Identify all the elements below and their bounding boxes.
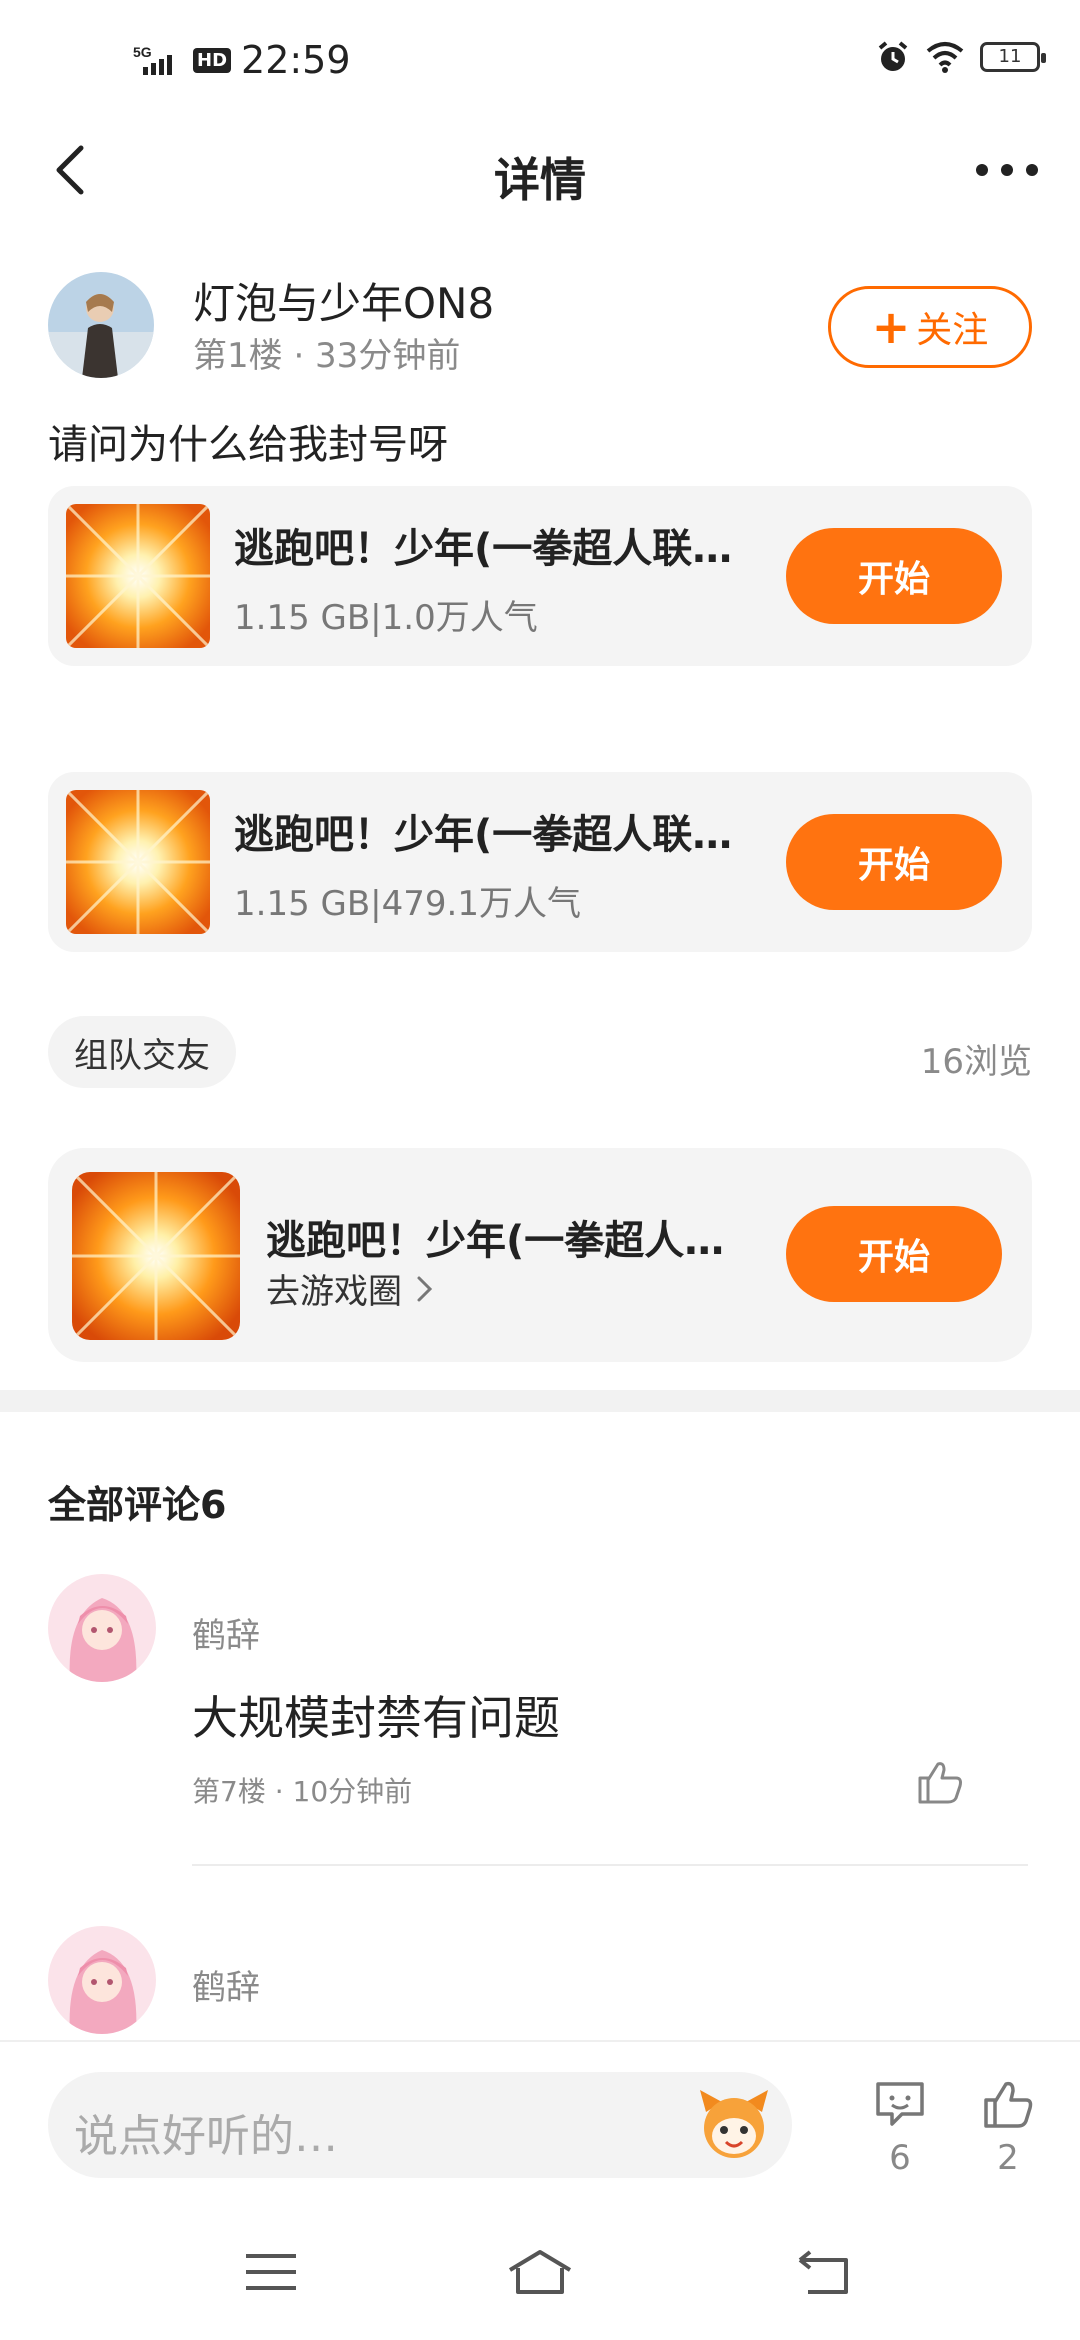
signal-icon: 5G <box>133 44 172 75</box>
commenter-name[interactable]: 鹤辞 <box>192 1960 260 2009</box>
game-icon <box>72 1172 240 1340</box>
section-divider <box>0 1390 1080 1412</box>
topic-tag[interactable]: 组队交友 <box>48 1016 236 1088</box>
page-title: 详情 <box>494 153 586 207</box>
status-right: 11 <box>876 40 1046 74</box>
game-circle-card[interactable]: 逃跑吧！少年(一拳超人… 去游戏圈 开始 <box>48 1148 1032 1362</box>
start-button[interactable]: 开始 <box>786 1206 1002 1302</box>
thumbs-up-icon <box>984 2081 1033 2128</box>
game-meta: 1.15 GB|479.1万人气 <box>234 884 581 924</box>
author-avatar[interactable] <box>48 272 154 378</box>
comment-bar: 说点好听的… 6 2 <box>0 2040 1080 2180</box>
follow-label: 关注 <box>916 310 989 351</box>
like-count: 2 <box>997 2138 1019 2178</box>
like-action[interactable]: 2 <box>968 2078 1048 2178</box>
comment-input[interactable]: 说点好听的… <box>48 2072 792 2178</box>
start-button[interactable]: 开始 <box>786 528 1002 624</box>
status-time: 22:59 <box>241 38 351 82</box>
mascot-emoji-icon[interactable] <box>692 2082 776 2166</box>
wifi-icon <box>926 42 964 73</box>
comment-count: 6 <box>889 2138 911 2178</box>
go-to-circle-link[interactable]: 去游戏圈 <box>266 1264 434 1313</box>
back-nav-icon[interactable] <box>796 2250 852 2296</box>
menu-icon[interactable] <box>244 2252 298 2292</box>
commenter-avatar[interactable] <box>48 1574 156 1682</box>
game-title: 逃跑吧！少年(一拳超人联… <box>234 812 733 858</box>
circle-link-label: 去游戏圈 <box>266 1272 402 1312</box>
comment-action[interactable]: 6 <box>860 2078 940 2178</box>
game-meta: 1.15 GB|1.0万人气 <box>234 598 538 638</box>
thumbs-up-icon[interactable] <box>914 1756 966 1808</box>
game-title: 逃跑吧！少年(一拳超人联… <box>234 526 733 572</box>
chevron-right-icon <box>417 1276 433 1301</box>
commenter-name[interactable]: 鹤辞 <box>192 1608 260 1657</box>
hd-badge: HD <box>193 47 232 73</box>
comment-meta: 第7楼 · 10分钟前 <box>192 1775 413 1808</box>
circle-title: 逃跑吧！少年(一拳超人… <box>266 1218 725 1264</box>
status-left: 5G HD 22:59 <box>133 38 351 82</box>
status-bar: 5G HD 22:59 11 <box>0 0 1080 120</box>
start-button[interactable]: 开始 <box>786 814 1002 910</box>
plus-icon: + <box>871 300 911 354</box>
alarm-icon <box>878 41 908 71</box>
top-nav: 详情 <box>0 120 1080 220</box>
game-icon <box>66 504 210 648</box>
comments-title: 全部评论6 <box>48 1483 227 1527</box>
battery-icon: 11 <box>980 42 1046 72</box>
comment-placeholder: 说点好听的… <box>74 2111 338 2162</box>
comment-divider <box>192 1864 1028 1866</box>
svg-text:5G: 5G <box>133 44 152 60</box>
comment-icon <box>876 2082 924 2126</box>
game-icon <box>66 790 210 934</box>
game-card[interactable]: 逃跑吧！少年(一拳超人联… 1.15 GB|479.1万人气 开始 <box>48 772 1032 952</box>
game-card[interactable]: 逃跑吧！少年(一拳超人联… 1.15 GB|1.0万人气 开始 <box>48 486 1032 666</box>
view-count: 16浏览 <box>920 1042 1032 1082</box>
follow-button[interactable]: + 关注 <box>828 286 1032 368</box>
post-text: 请问为什么给我封号呀 <box>48 422 448 468</box>
system-nav-bar <box>0 2180 1080 2340</box>
commenter-avatar[interactable] <box>48 1926 156 2034</box>
author-name[interactable]: 灯泡与少年ON8 <box>193 270 494 331</box>
post-meta: 第1楼 · 33分钟前 <box>193 336 461 376</box>
home-icon[interactable] <box>506 2248 574 2296</box>
comment-text: 大规模封禁有问题 <box>192 1691 560 1745</box>
more-icon[interactable] <box>972 150 1042 190</box>
